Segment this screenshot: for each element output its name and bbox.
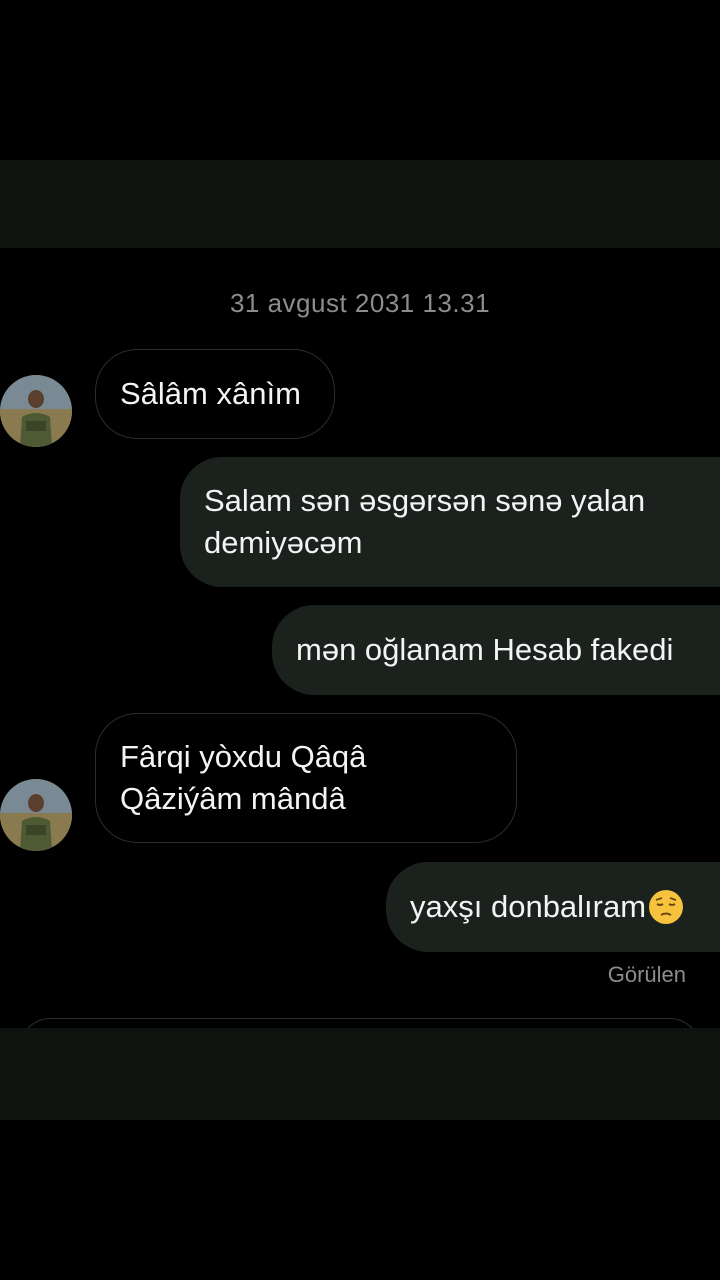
sender-avatar[interactable] [0,375,72,447]
message-bubble[interactable]: Sâlâm xânìm [95,349,335,439]
message-text: Salam sən əsgərsən sənə yalan demiyəcəm [204,483,646,560]
message-text: yaxşı donbalıram [410,889,647,924]
message-text: mən oğlanam Hesab fakedi [296,632,674,667]
date-separator: 31 avgust 2031 13.31 [229,288,491,318]
message-text: Fârqi yòxdu Qâqâ Qâziýâm mândâ [120,739,367,816]
message-bubble[interactable]: yaxşı donbalıram [386,862,720,952]
soldier-avatar-icon [0,779,72,851]
chat-header-bar [0,160,720,248]
message-bubble[interactable]: Salam sən əsgərsən sənə yalan demiyəcəm [180,457,720,587]
sender-avatar[interactable] [0,779,72,851]
bottom-bar [0,1028,720,1120]
seen-status: Görülen [607,962,686,987]
soldier-avatar-icon [0,375,72,447]
message-bubble[interactable]: mən oğlanam Hesab fakedi [272,605,720,695]
message-text: Sâlâm xânìm [120,376,301,411]
message-bubble[interactable]: Fârqi yòxdu Qâqâ Qâziýâm mândâ [95,713,517,843]
pensive-face-emoji-icon [649,890,684,924]
